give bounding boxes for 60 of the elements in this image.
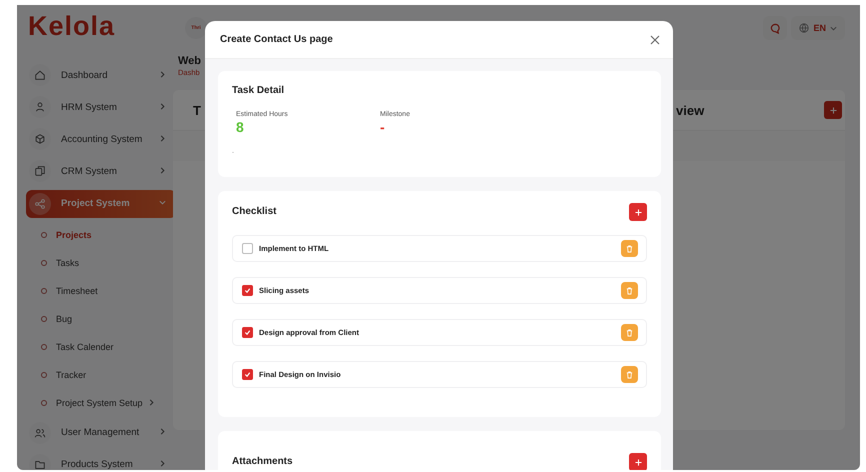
checkbox[interactable] bbox=[242, 243, 253, 254]
delete-button[interactable] bbox=[621, 282, 638, 299]
globe-icon bbox=[799, 23, 810, 33]
checkbox[interactable] bbox=[242, 327, 253, 338]
trash-icon bbox=[626, 328, 633, 336]
card-title: view bbox=[676, 102, 706, 118]
notification-button[interactable] bbox=[763, 16, 788, 40]
plus-icon bbox=[634, 458, 642, 466]
sidebar-item[interactable]: Products System bbox=[26, 448, 176, 470]
delete-button[interactable] bbox=[621, 324, 638, 341]
home-icon bbox=[34, 69, 46, 81]
add-button[interactable] bbox=[629, 203, 647, 221]
chevron-down-icon bbox=[830, 24, 837, 32]
logo[interactable]: Kelola bbox=[28, 13, 116, 39]
add-button[interactable] bbox=[629, 453, 647, 470]
page-title: Web bbox=[178, 54, 202, 68]
language-selector[interactable]: EN bbox=[791, 16, 845, 40]
cube-icon bbox=[34, 133, 46, 145]
checkbox[interactable] bbox=[242, 285, 253, 296]
card-title: T bbox=[193, 102, 201, 118]
share-icon bbox=[34, 198, 46, 210]
chevron-icon bbox=[159, 428, 166, 435]
chevron-icon bbox=[148, 398, 155, 406]
chevron-icon bbox=[159, 134, 166, 142]
checkbox[interactable] bbox=[242, 369, 253, 380]
delete-button[interactable] bbox=[621, 366, 638, 383]
sidebar-item[interactable]: User Management bbox=[26, 416, 176, 448]
sidebar-item[interactable]: Accounting System bbox=[26, 123, 176, 155]
trash-icon bbox=[626, 370, 633, 378]
section-heading: Checklist bbox=[232, 206, 276, 218]
close-button[interactable] bbox=[649, 34, 661, 46]
check-icon bbox=[244, 329, 251, 336]
folder-icon bbox=[34, 458, 46, 470]
check-icon bbox=[244, 371, 251, 378]
close-icon bbox=[649, 34, 661, 46]
trash-icon bbox=[626, 244, 633, 252]
chevron-icon bbox=[159, 166, 166, 174]
modal-title: Create Contact Us page bbox=[220, 34, 334, 45]
chevron-icon bbox=[159, 460, 166, 467]
sidebar-item[interactable]: CRM System bbox=[26, 155, 176, 187]
field-value: 8 bbox=[236, 120, 245, 135]
check-icon bbox=[244, 287, 251, 294]
copy-icon bbox=[34, 165, 46, 177]
chevron-icon bbox=[159, 102, 166, 110]
chevron-icon bbox=[159, 70, 166, 78]
person-icon bbox=[34, 101, 46, 113]
delete-button[interactable] bbox=[621, 240, 638, 257]
chat-icon bbox=[770, 22, 781, 34]
plus-icon bbox=[634, 208, 642, 216]
field-value: - bbox=[380, 120, 386, 135]
trash-icon bbox=[626, 286, 633, 294]
section-heading: Attachments bbox=[232, 456, 293, 468]
add-button[interactable] bbox=[824, 101, 842, 119]
plus-icon bbox=[830, 106, 836, 114]
sidebar-item[interactable]: Project System bbox=[26, 190, 176, 218]
users-icon bbox=[34, 426, 46, 438]
chevron-icon bbox=[159, 199, 166, 206]
section-heading: Task Detail bbox=[232, 85, 286, 97]
sidebar-item[interactable]: Dashboard bbox=[26, 59, 176, 91]
sidebar-item[interactable]: HRM System bbox=[26, 91, 176, 123]
